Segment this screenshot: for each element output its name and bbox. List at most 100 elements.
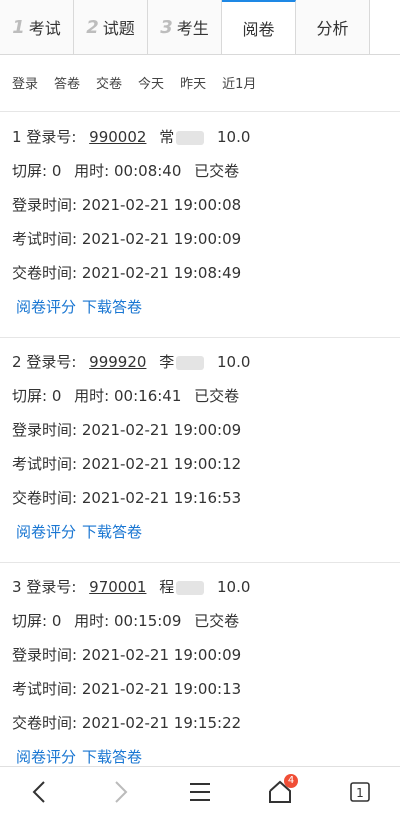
exam-time-line: 考试时间: 2021-02-21 19:00:12: [12, 447, 400, 481]
record-header: 3 登录号: 970001 程 10.0: [12, 570, 400, 604]
filter-last-month[interactable]: 近1月: [222, 73, 256, 92]
name-redaction: [176, 130, 205, 145]
duration: 00:16:41: [114, 387, 182, 405]
tab-label: 阅卷: [242, 20, 275, 39]
login-time-value: 2021-02-21 19:00:08: [81, 196, 242, 214]
top-tabs: 1 考试 2 试题 3 考生 阅卷 分析: [0, 0, 400, 55]
exam-time-line: 考试时间: 2021-02-21 19:00:13: [12, 672, 400, 706]
exam-time-label: 考试时间:: [12, 455, 78, 473]
login-id-link[interactable]: 970001: [89, 578, 146, 596]
candidate-name: 程: [159, 578, 175, 596]
submit-time-label: 交卷时间:: [12, 264, 78, 282]
status: 已交卷: [194, 162, 240, 180]
name-redaction: [176, 580, 205, 595]
record-actions: 阅卷评分 下载答卷: [12, 290, 400, 324]
record-actions: 阅卷评分 下载答卷: [12, 515, 400, 549]
login-time-label: 登录时间:: [12, 646, 78, 664]
login-time-value: 2021-02-21 19:00:09: [81, 646, 242, 664]
forward-button[interactable]: [98, 770, 142, 814]
login-time-label: 登录时间:: [12, 421, 78, 439]
submit-time-label: 交卷时间:: [12, 714, 78, 732]
exam-time-value: 2021-02-21 19:00:13: [81, 680, 242, 698]
record-status-line: 切屏: 0 用时: 00:08:40 已交卷: [12, 154, 400, 188]
login-no-label: 登录号:: [26, 128, 77, 146]
menu-button[interactable]: [178, 770, 222, 814]
back-button[interactable]: [18, 770, 62, 814]
tab-candidates[interactable]: 3 考生: [148, 0, 222, 54]
submit-time-value: 2021-02-21 19:15:22: [81, 714, 242, 732]
tab-number: 2: [86, 16, 99, 38]
tab-questions[interactable]: 2 试题: [74, 0, 148, 54]
tab-analysis[interactable]: 分析: [296, 0, 370, 54]
submit-time-line: 交卷时间: 2021-02-21 19:15:22: [12, 706, 400, 740]
home-badge: 4: [284, 774, 298, 788]
status: 已交卷: [194, 387, 240, 405]
candidate-name: 常: [159, 128, 175, 146]
login-time-line: 登录时间: 2021-02-21 19:00:09: [12, 413, 400, 447]
filter-submit[interactable]: 交卷: [96, 73, 122, 92]
login-no-label: 登录号:: [26, 578, 77, 596]
tab-label: 试题: [102, 19, 135, 38]
record-card: 1 登录号: 990002 常 10.0 切屏: 0 用时: 00:08:40 …: [0, 120, 400, 338]
score: 10.0: [217, 128, 251, 146]
submit-time-value: 2021-02-21 19:16:53: [81, 489, 242, 507]
login-time-label: 登录时间:: [12, 196, 78, 214]
sort-filter-bar: 登录 答卷 交卷 今天 昨天 近1月: [0, 54, 400, 112]
download-link[interactable]: 下载答卷: [82, 523, 142, 541]
exam-time-line: 考试时间: 2021-02-21 19:00:09: [12, 222, 400, 256]
score: 10.0: [217, 353, 251, 371]
download-link[interactable]: 下载答卷: [82, 748, 142, 766]
record-card: 2 登录号: 999920 李 10.0 切屏: 0 用时: 00:16:41 …: [0, 345, 400, 563]
candidate-name: 李: [159, 353, 175, 371]
exam-time-label: 考试时间:: [12, 680, 78, 698]
switch-count: 0: [51, 612, 62, 630]
record-header: 1 登录号: 990002 常 10.0: [12, 120, 400, 154]
tabs-icon: 1: [350, 782, 370, 802]
filter-today[interactable]: 今天: [138, 73, 164, 92]
forward-icon: [115, 781, 128, 803]
exam-time-label: 考试时间:: [12, 230, 78, 248]
grade-link[interactable]: 阅卷评分: [16, 748, 76, 766]
filter-answer[interactable]: 答卷: [54, 73, 80, 92]
login-time-line: 登录时间: 2021-02-21 19:00:08: [12, 188, 400, 222]
record-index: 3: [12, 578, 22, 596]
record-index: 1: [12, 128, 22, 146]
time-used-label: 用时:: [74, 612, 110, 630]
menu-icon: [190, 783, 210, 801]
switch-count: 0: [51, 387, 62, 405]
exam-time-value: 2021-02-21 19:00:12: [81, 455, 242, 473]
switch-label: 切屏:: [12, 162, 48, 180]
duration: 00:15:09: [114, 612, 182, 630]
download-link[interactable]: 下载答卷: [82, 298, 142, 316]
switch-count: 0: [51, 162, 62, 180]
time-used-label: 用时:: [74, 387, 110, 405]
grade-link[interactable]: 阅卷评分: [16, 298, 76, 316]
grade-link[interactable]: 阅卷评分: [16, 523, 76, 541]
filter-yesterday[interactable]: 昨天: [180, 73, 206, 92]
time-used-label: 用时:: [74, 162, 110, 180]
switch-label: 切屏:: [12, 387, 48, 405]
tab-number: 3: [160, 16, 173, 38]
home-button[interactable]: 4: [258, 770, 302, 814]
tabs-button[interactable]: 1: [338, 770, 382, 814]
submit-time-label: 交卷时间:: [12, 489, 78, 507]
tab-grading[interactable]: 阅卷: [222, 0, 296, 54]
tab-label: 考生: [176, 19, 209, 38]
filter-login[interactable]: 登录: [12, 73, 38, 92]
submit-time-line: 交卷时间: 2021-02-21 19:16:53: [12, 481, 400, 515]
record-status-line: 切屏: 0 用时: 00:16:41 已交卷: [12, 379, 400, 413]
submit-time-value: 2021-02-21 19:08:49: [81, 264, 242, 282]
name-redaction: [176, 355, 205, 370]
tabs-count: 1: [356, 786, 364, 800]
tab-exam[interactable]: 1 考试: [0, 0, 74, 54]
tab-label: 考试: [28, 19, 61, 38]
record-header: 2 登录号: 999920 李 10.0: [12, 345, 400, 379]
switch-label: 切屏:: [12, 612, 48, 630]
login-id-link[interactable]: 990002: [89, 128, 146, 146]
tab-number: 1: [12, 16, 25, 38]
login-no-label: 登录号:: [26, 353, 77, 371]
login-time-value: 2021-02-21 19:00:09: [81, 421, 242, 439]
tab-label: 分析: [316, 19, 349, 38]
login-time-line: 登录时间: 2021-02-21 19:00:09: [12, 638, 400, 672]
login-id-link[interactable]: 999920: [89, 353, 146, 371]
